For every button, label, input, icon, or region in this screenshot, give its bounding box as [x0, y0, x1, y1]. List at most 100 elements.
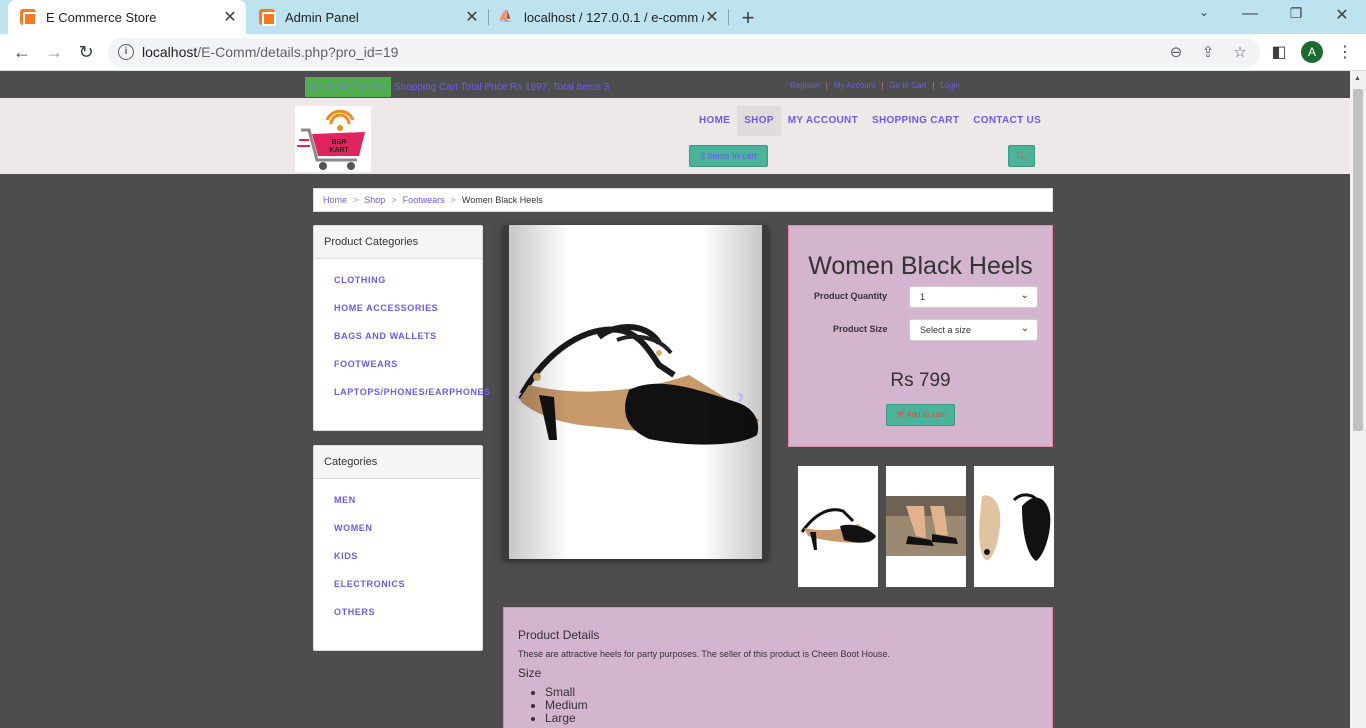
forward-arrow-icon[interactable]: →	[42, 41, 66, 65]
site-header: BSR KART HOME SHOP MY ACCOUNT SHOPPING C…	[0, 98, 1350, 174]
heel-sole-view-thumbnail	[979, 493, 1051, 561]
product-categories-list: CLOTHING HOME ACCESSORIES BAGS AND WALLE…	[314, 259, 490, 409]
breadcrumb-shop[interactable]: Shop	[364, 189, 385, 211]
quantity-label: Product Quantity	[814, 291, 888, 301]
breadcrumb: Home > Shop > Footwears > Women Black He…	[313, 188, 1053, 212]
page-scrollbar[interactable]: ▲	[1350, 71, 1366, 728]
size-select[interactable]: Select a size ⌄	[909, 319, 1038, 341]
categories-heading: Categories	[314, 446, 482, 479]
category-kids[interactable]: KIDS	[334, 545, 482, 573]
category-electronics[interactable]: ELECTRONICS	[334, 573, 482, 601]
search-button[interactable]: 🔍︎	[1008, 145, 1035, 167]
profile-avatar[interactable]: A	[1301, 41, 1323, 63]
product-thumbnail-1[interactable]	[798, 466, 878, 587]
close-tab-icon[interactable]: ✕	[464, 7, 480, 27]
category-footwears[interactable]: FOOTWEARS	[334, 353, 482, 381]
browser-tab-bar: E Commerce Store ✕ Admin Panel ✕ ⛵ local…	[0, 0, 1366, 34]
nav-shopping-cart[interactable]: SHOPPING CART	[865, 106, 966, 136]
quantity-select[interactable]: 1 ⌄	[909, 286, 1038, 308]
tab-admin-panel[interactable]: Admin Panel ✕	[250, 0, 488, 34]
zoom-icon[interactable]: ⊖	[1166, 43, 1186, 63]
carousel-next-icon[interactable]: ›	[737, 383, 744, 409]
categories-panel: Categories MEN WOMEN KIDS ELECTRONICS OT…	[313, 445, 483, 651]
category-clothing[interactable]: CLOTHING	[334, 269, 482, 297]
product-title: Women Black Heels	[808, 252, 1033, 280]
kebab-menu-icon[interactable]: ⋮	[1334, 42, 1356, 62]
size-placeholder: Select a size	[920, 325, 972, 335]
product-image-carousel[interactable]: ‹ ›	[503, 225, 768, 559]
add-to-cart-button[interactable]: 🛒︎Add to cart	[886, 404, 955, 426]
back-arrow-icon[interactable]: ←	[10, 41, 34, 65]
tab-separator	[488, 9, 489, 25]
nav-my-account[interactable]: MY ACCOUNT	[781, 106, 865, 136]
nav-shop[interactable]: SHOP	[737, 106, 781, 136]
breadcrumb-home[interactable]: Home	[323, 189, 347, 211]
breadcrumb-separator: >	[391, 195, 397, 205]
restore-icon[interactable]: ❐	[1284, 5, 1308, 22]
go-to-cart-link[interactable]: Go to Cart	[889, 81, 926, 90]
size-item: Small	[545, 686, 1038, 699]
quantity-value: 1	[920, 292, 926, 302]
xampp-favicon-icon	[20, 9, 37, 26]
my-account-link[interactable]: My Account	[834, 81, 875, 90]
address-bar[interactable]: i localhost/E-Comm/details.php?pro_id=19…	[108, 38, 1260, 67]
account-links: Register | My Account | Go to Cart | Log…	[790, 81, 960, 90]
size-heading: Size	[518, 666, 542, 680]
page-viewport: WELCOME GUEST Shopping Cart Total Price:…	[0, 71, 1350, 728]
tab-separator	[728, 9, 729, 25]
breadcrumb-footwears[interactable]: Footwears	[403, 189, 445, 211]
minimize-icon[interactable]: —	[1238, 5, 1262, 23]
nav-home[interactable]: HOME	[692, 106, 737, 136]
search-icon: 🔍︎	[1015, 151, 1028, 161]
close-tab-icon[interactable]: ✕	[704, 7, 720, 27]
tab-title: E Commerce Store	[46, 9, 157, 25]
chevron-down-icon: ⌄	[1020, 290, 1029, 301]
category-others[interactable]: OTHERS	[334, 601, 482, 629]
product-categories-panel: Product Categories CLOTHING HOME ACCESSO…	[313, 225, 490, 431]
side-panel-icon[interactable]: ◧	[1268, 42, 1290, 62]
category-women[interactable]: WOMEN	[334, 517, 482, 545]
breadcrumb-separator: >	[353, 195, 359, 205]
tab-e-commerce-store[interactable]: E Commerce Store ✕	[8, 0, 246, 34]
register-link[interactable]: Register	[790, 81, 820, 90]
svg-text:KART: KART	[329, 147, 349, 154]
tab-phpmyadmin[interactable]: ⛵ localhost / 127.0.0.1 / e-comm / a ✕	[492, 0, 728, 34]
carousel-prev-icon[interactable]: ‹	[515, 383, 522, 409]
nav-contact-us[interactable]: CONTACT US	[966, 106, 1048, 136]
bookmark-star-icon[interactable]: ☆	[1230, 43, 1250, 63]
category-laptops-phones-earphones[interactable]: LAPTOPS/PHONES/EARPHONES	[334, 381, 490, 409]
cart-icon: 🛒︎	[896, 410, 907, 419]
tab-search-chevron-icon[interactable]: ⌄	[1192, 5, 1216, 19]
category-bags-and-wallets[interactable]: BAGS AND WALLETS	[334, 325, 482, 353]
categories-list: MEN WOMEN KIDS ELECTRONICS OTHERS	[314, 479, 482, 629]
category-men[interactable]: MEN	[334, 489, 482, 517]
heel-side-view-thumbnail	[800, 508, 876, 550]
link-separator: |	[825, 81, 828, 90]
product-thumbnail-3[interactable]	[974, 466, 1054, 587]
heel-worn-photo-thumbnail	[886, 496, 966, 556]
welcome-guest-button[interactable]: WELCOME GUEST	[305, 77, 391, 97]
xampp-favicon-icon	[259, 9, 276, 26]
reload-icon[interactable]: ↻	[74, 41, 98, 65]
close-window-icon[interactable]: ✕	[1330, 5, 1354, 25]
browser-toolbar: ← → ↻ i localhost/E-Comm/details.php?pro…	[0, 34, 1366, 71]
bsr-kart-logo[interactable]: BSR KART	[295, 106, 371, 172]
breadcrumb-current: Women Black Heels	[461, 195, 543, 205]
size-item: Large	[545, 712, 1038, 725]
product-thumbnail-2[interactable]	[886, 466, 966, 587]
tab-title: Admin Panel	[285, 9, 359, 25]
login-link[interactable]: Login	[940, 81, 960, 90]
phpmyadmin-favicon-icon: ⛵	[498, 9, 513, 23]
site-info-icon[interactable]: i	[118, 44, 134, 60]
share-icon[interactable]: ⇪	[1198, 43, 1218, 63]
scroll-up-arrow-icon[interactable]: ▲	[1354, 75, 1361, 82]
size-list: Small Medium Large	[518, 686, 1038, 725]
close-tab-icon[interactable]: ✕	[222, 7, 238, 27]
items-in-cart-button[interactable]: 3 Items In cart	[689, 145, 768, 167]
new-tab-icon[interactable]: +	[736, 5, 760, 31]
size-label: Product Size	[833, 324, 888, 334]
scrollbar-thumb[interactable]	[1353, 89, 1363, 431]
category-home-accessories[interactable]: HOME ACCESSORIES	[334, 297, 482, 325]
carousel-shade-right	[702, 225, 762, 559]
purchase-box: Women Black Heels Product Quantity 1 ⌄ P…	[788, 225, 1053, 447]
